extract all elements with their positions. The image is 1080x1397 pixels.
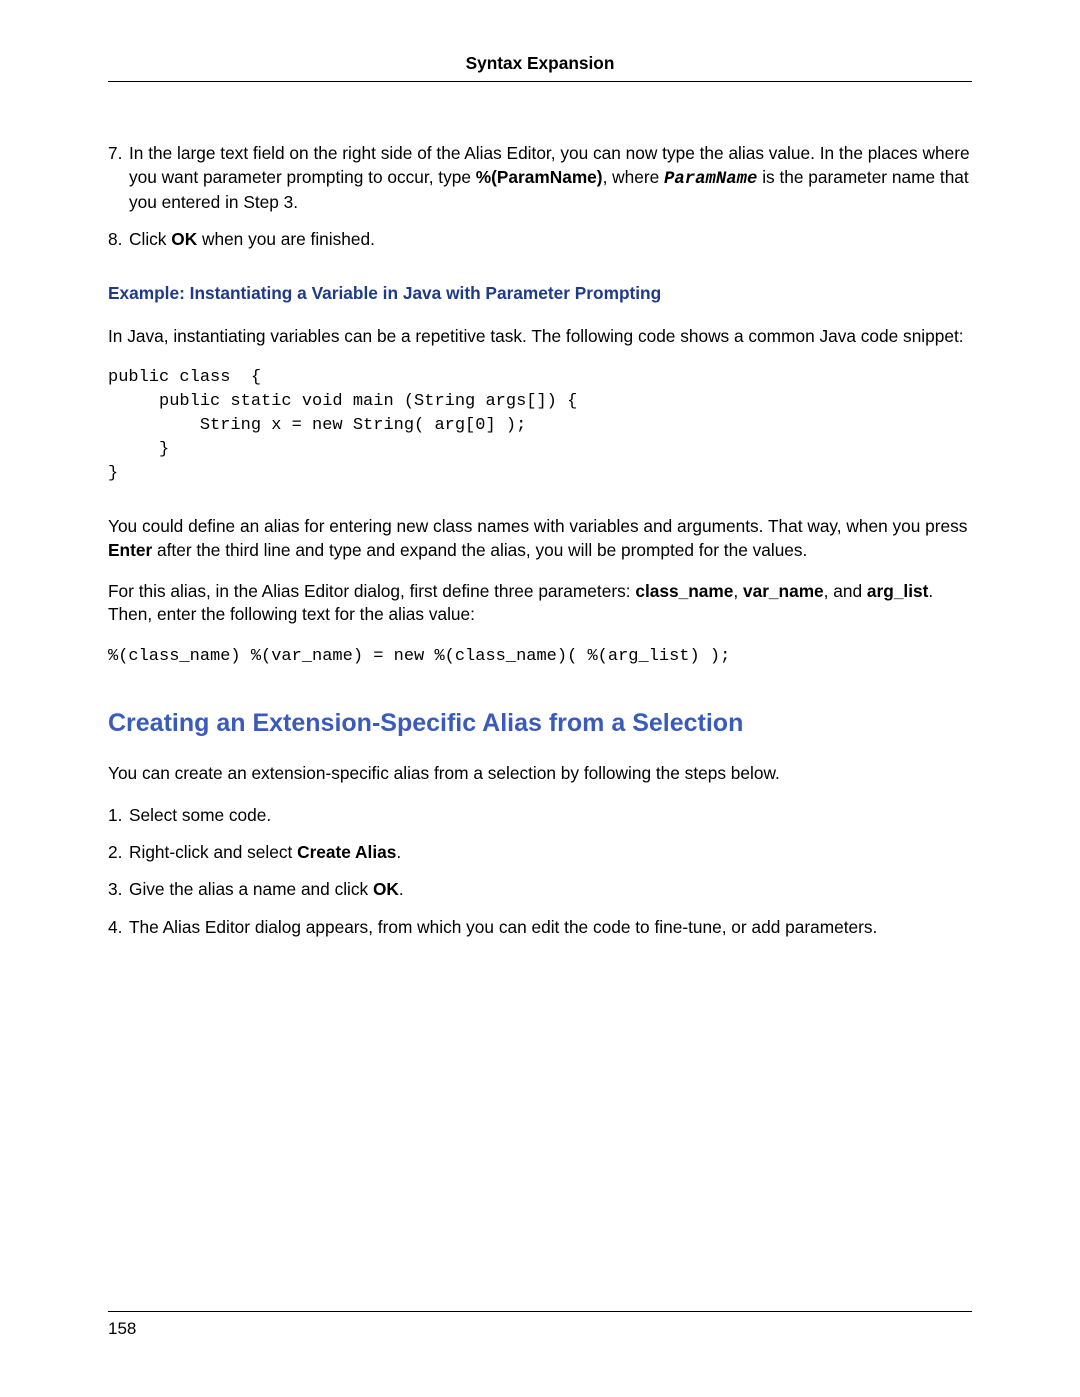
code-block-2: %(class_name) %(var_name) = new %(class_… bbox=[108, 645, 972, 669]
header-title: Syntax Expansion bbox=[466, 53, 615, 73]
page-header: Syntax Expansion bbox=[108, 52, 972, 82]
inline-bold: %(ParamName) bbox=[476, 167, 603, 187]
step-3: 3. Give the alias a name and click OK. bbox=[108, 878, 972, 901]
text: , and bbox=[824, 581, 867, 601]
inline-bold: arg_list bbox=[867, 581, 928, 601]
step-number: 2. bbox=[108, 841, 122, 864]
text: , bbox=[733, 581, 743, 601]
code-block-1: public class { public static void main (… bbox=[108, 366, 972, 485]
step-2: 2. Right-click and select Create Alias. bbox=[108, 841, 972, 864]
inline-bold: OK bbox=[373, 879, 399, 899]
paragraph: You can create an extension-specific ali… bbox=[108, 762, 972, 785]
step-text: . bbox=[396, 842, 401, 862]
step-4: 4. The Alias Editor dialog appears, from… bbox=[108, 916, 972, 939]
inline-bold: Create Alias bbox=[297, 842, 396, 862]
paragraph: You could define an alias for entering n… bbox=[108, 515, 972, 562]
step-text: , where bbox=[603, 167, 664, 187]
example-heading: Example: Instantiating a Variable in Jav… bbox=[108, 282, 972, 305]
text: You could define an alias for entering n… bbox=[108, 516, 967, 536]
inline-bold: class_name bbox=[635, 581, 733, 601]
step-text: Click bbox=[129, 229, 171, 249]
step-text: Right-click and select bbox=[129, 842, 297, 862]
step-text: Select some code. bbox=[129, 805, 271, 825]
step-number: 1. bbox=[108, 804, 122, 827]
step-number: 4. bbox=[108, 916, 122, 939]
step-number: 3. bbox=[108, 878, 122, 901]
paragraph: For this alias, in the Alias Editor dial… bbox=[108, 580, 972, 627]
page-number: 158 bbox=[108, 1319, 136, 1338]
page: Syntax Expansion 7. In the large text fi… bbox=[0, 0, 1080, 1397]
step-number: 7. bbox=[108, 142, 122, 165]
step-7: 7. In the large text field on the right … bbox=[108, 142, 972, 214]
step-number: 8. bbox=[108, 228, 122, 251]
page-footer: 158 bbox=[108, 1311, 972, 1341]
step-8: 8. Click OK when you are finished. bbox=[108, 228, 972, 251]
step-text: . bbox=[399, 879, 404, 899]
text: For this alias, in the Alias Editor dial… bbox=[108, 581, 635, 601]
section-heading: Creating an Extension-Specific Alias fro… bbox=[108, 707, 972, 741]
step-text: The Alias Editor dialog appears, from wh… bbox=[129, 917, 877, 937]
paragraph: In Java, instantiating variables can be … bbox=[108, 325, 972, 348]
steps-list-2: 1. Select some code. 2. Right-click and … bbox=[108, 804, 972, 939]
inline-bold: OK bbox=[171, 229, 197, 249]
inline-bold: var_name bbox=[743, 581, 824, 601]
inline-code: ParamName bbox=[664, 170, 757, 189]
steps-list-1: 7. In the large text field on the right … bbox=[108, 142, 972, 251]
inline-bold: Enter bbox=[108, 540, 152, 560]
text: after the third line and type and expand… bbox=[152, 540, 807, 560]
step-text: when you are finished. bbox=[197, 229, 375, 249]
step-text: Give the alias a name and click bbox=[129, 879, 373, 899]
step-1: 1. Select some code. bbox=[108, 804, 972, 827]
